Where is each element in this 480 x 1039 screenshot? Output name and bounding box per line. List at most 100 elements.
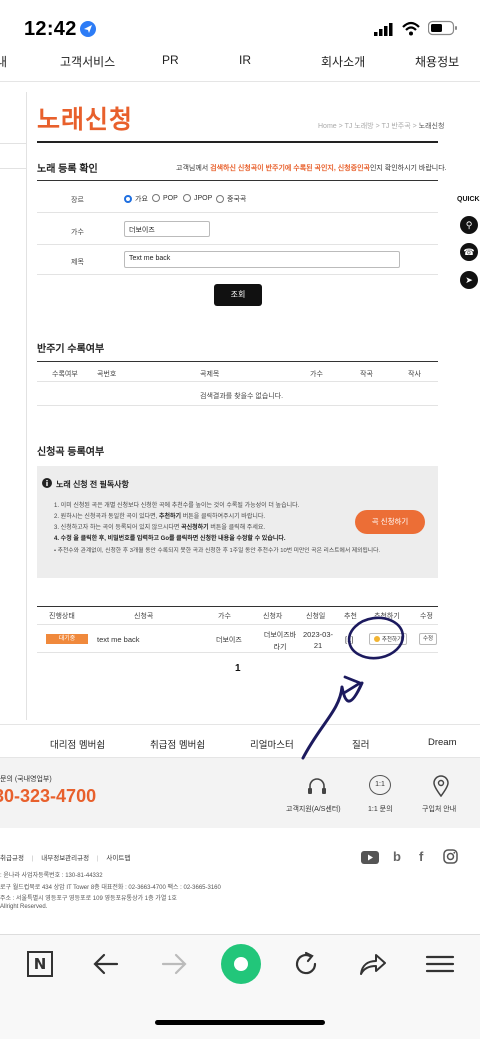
location-pin-icon[interactable] (432, 775, 450, 797)
genre-radio-jpop[interactable]: JPOP (183, 194, 212, 202)
nav-item-customer-service[interactable]: 고객서비스 (60, 53, 115, 70)
breadcrumb-sep: > (375, 123, 380, 130)
col-header: 가수 (218, 613, 231, 620)
notice-suffix: 인지 확인하시기 바랍니다. (369, 165, 447, 172)
chat-icon[interactable]: 1:1 (369, 775, 391, 795)
instagram-icon[interactable] (443, 849, 458, 864)
breadcrumb-tj-accompaniment[interactable]: TJ 반주곡 (382, 123, 411, 130)
forward-arrow-icon[interactable] (160, 951, 188, 977)
song-title-cell: text me back (97, 635, 140, 644)
genre-radio-pop[interactable]: POP (152, 194, 178, 202)
membership-item[interactable]: 대리점 멤버쉽 (50, 737, 105, 751)
singer-input[interactable]: 더보이즈 (124, 221, 210, 237)
facebook-icon[interactable]: f (419, 849, 423, 864)
breadcrumb-tj-karaoke[interactable]: TJ 노래방 (345, 123, 374, 130)
radio-icon (183, 194, 191, 202)
membership-item[interactable]: Dream (428, 737, 457, 748)
share-icon[interactable] (358, 950, 388, 978)
genre-radio-chinese[interactable]: 중국곡 (216, 194, 246, 204)
notice-highlight: 검색하신 신청곡이 반주기에 수록된 곡인지, 신청중인곡 (210, 165, 370, 172)
singer-cell: 더보이즈 (216, 637, 242, 644)
left-sidebar-edge (0, 92, 27, 720)
contact-phone[interactable]: 30-323-4700 (0, 786, 96, 807)
nav-item-pr[interactable]: PR (162, 53, 179, 67)
signal-icon (374, 23, 393, 36)
footer-link[interactable]: 사이트맵 (106, 855, 130, 862)
radio-label: JPOP (194, 194, 213, 202)
col-header: 진행상태 (49, 613, 75, 620)
guide-bold: 곡신청하기 (181, 525, 209, 531)
title-divider (37, 141, 438, 143)
empty-result-message: 검색결과를 찾을수 없습니다. (200, 393, 284, 400)
membership-item[interactable]: 취급점 멤버쉽 (150, 737, 205, 751)
row-divider (37, 212, 438, 213)
contact-support-label[interactable]: 고객지원(A/S센터) (286, 804, 341, 814)
col-header: 곡번호 (97, 371, 117, 378)
col-header: 신청곡 (134, 613, 154, 620)
guide-text: 2. 원하시는 신청곡과 동일한 곡이 있다면, (54, 514, 159, 520)
col-header: 수정 (420, 613, 433, 620)
title-input[interactable]: Text me back (124, 251, 400, 268)
headset-icon[interactable] (305, 775, 329, 799)
nav-item-about[interactable]: 회사소개 (321, 53, 365, 70)
col-header: 곡제목 (200, 371, 220, 378)
quick-support-icon[interactable]: ☎ (460, 243, 478, 261)
guide-bold: 추천하기 (159, 514, 182, 520)
refresh-icon[interactable] (292, 950, 320, 978)
row-divider (37, 381, 438, 382)
accompaniment-heading: 반주기 수록여부 (37, 344, 105, 355)
youtube-icon[interactable] (361, 851, 379, 864)
left-sidebar-item[interactable] (0, 143, 27, 169)
battery-icon (428, 20, 457, 36)
wifi-icon (402, 21, 420, 36)
radio-label: 중국곡 (227, 196, 247, 203)
radio-label: POP (163, 194, 178, 202)
quick-search-icon[interactable]: ⚲ (460, 216, 478, 234)
guide-line: 4. 수정 을 클릭한 후, 비밀번호를 입력하고 Go를 클릭하면 신청한 내… (54, 536, 286, 542)
guide-line: • 추천수와 관계없이, 신청한 후 3개월 동안 수록되지 못한 곡과 신청한… (54, 548, 381, 554)
col-header: 신청자 (263, 613, 283, 620)
location-arrow-icon (80, 21, 96, 37)
back-arrow-icon[interactable] (92, 951, 120, 977)
footer-info: : 윤나라 사업자등록번호 : 130-81-44332 (0, 873, 103, 879)
footer-info: 주소 : 서울특별시 영등포구 영등포로 109 영등포유통상가 1층 가열 1… (0, 896, 177, 902)
footer-link[interactable]: 취급규정 (0, 855, 24, 862)
register-notice: 고객님께서 검색하신 신청곡이 반주기에 수록된 곡인지, 신청중인곡인지 확인… (176, 163, 447, 173)
footer-link[interactable]: 내부정보관리규정 (41, 855, 89, 862)
footer-sep: | (31, 855, 34, 862)
edit-button[interactable]: 수정 (419, 633, 437, 645)
guide-line: 3. 신청하고자 하는 곡이 등록되어 있지 않으시다면 곡신청하기 버튼을 클… (54, 522, 265, 531)
contact-store-label[interactable]: 구입처 안내 (422, 804, 456, 814)
blog-icon[interactable]: b (393, 849, 401, 864)
membership-item[interactable]: 리얼마스터 (250, 737, 294, 751)
apply-song-button[interactable]: 곡 신청하기 (355, 510, 425, 534)
guide-text: 3. 신청하고자 하는 곡이 등록되어 있지 않으시다면 (54, 525, 182, 531)
genre-radio-kpop[interactable]: 가요 (124, 194, 148, 204)
pagination-current[interactable]: 1 (235, 663, 241, 674)
breadcrumb-current: 노래신청 (418, 123, 445, 130)
menu-icon[interactable] (425, 954, 455, 974)
status-time: 12:42 (24, 18, 77, 40)
table-top-border (37, 361, 438, 362)
nav-item[interactable]: 내 (0, 53, 7, 70)
quick-run-icon[interactable]: ➤ (460, 271, 478, 289)
guide-line: 2. 원하시는 신청곡과 동일한 곡이 있다면, 추천하기 버튼을 클릭하여주시… (54, 511, 265, 520)
quick-label: QUICK (457, 196, 480, 203)
genre-label: 장르 (71, 197, 84, 204)
info-icon (42, 478, 52, 488)
top-nav: 내 고객서비스 PR IR 회사소개 채용정보 (0, 40, 480, 82)
search-button[interactable]: 조회 (214, 284, 262, 306)
applied-heading: 신청곡 등록여부 (37, 447, 105, 458)
naver-n-icon[interactable]: N (27, 951, 53, 977)
status-badge: 대기중 (46, 634, 88, 644)
nav-item-ir[interactable]: IR (239, 53, 251, 67)
breadcrumb: Home > TJ 노래방 > TJ 반주곡 > 노래신청 (318, 121, 444, 131)
footer-info: 로구 월드컵북로 434 상암 IT Tower 8층 대표전화 : 02-36… (0, 885, 221, 891)
green-home-button-icon[interactable] (221, 944, 261, 984)
row-divider (37, 405, 438, 406)
nav-item-careers[interactable]: 채용정보 (415, 53, 459, 70)
contact-qna-label[interactable]: 1:1 문의 (368, 804, 393, 814)
notice-prefix: 고객님께서 (176, 165, 211, 172)
singer-label: 가수 (71, 229, 84, 236)
breadcrumb-home[interactable]: Home (318, 123, 337, 130)
